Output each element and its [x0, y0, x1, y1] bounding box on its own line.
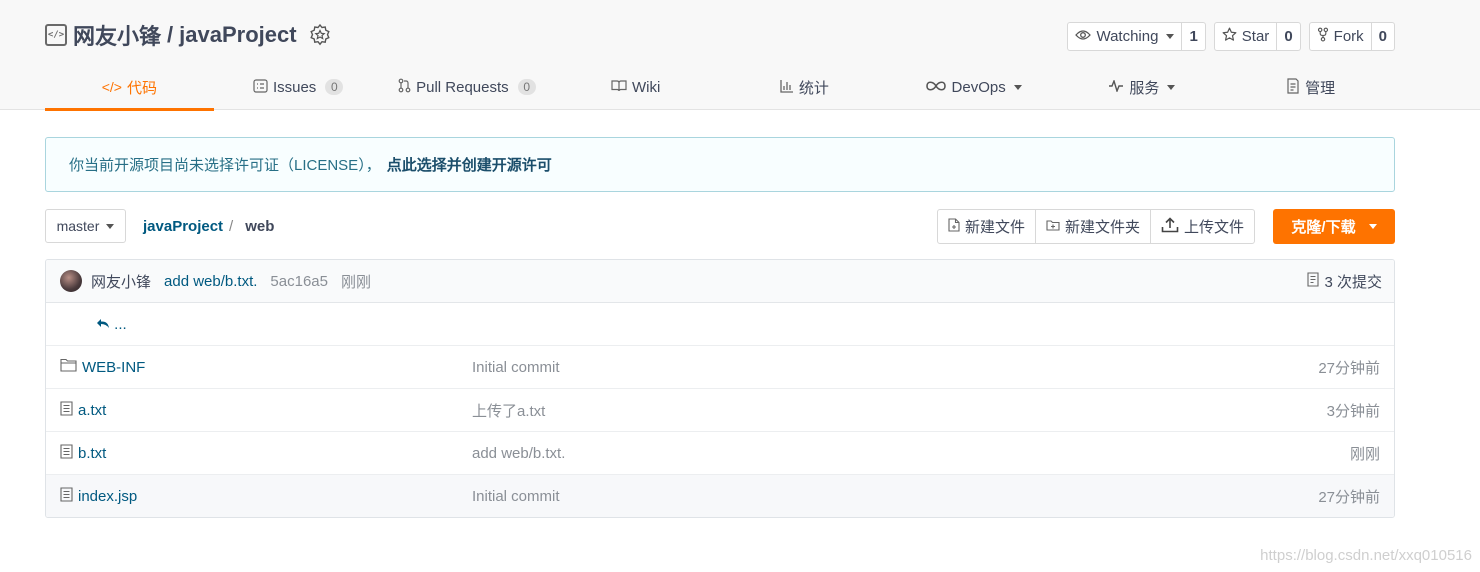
wiki-icon: [611, 79, 627, 95]
repo-header: </> 网友小锋 / javaProject Watching 1 Star 0: [0, 0, 1480, 111]
tab-wiki[interactable]: Wiki: [551, 64, 720, 110]
new-folder-button[interactable]: 新建文件夹: [1036, 210, 1152, 243]
license-notice: 你当前开源项目尚未选择许可证（LICENSE）， 点此选择并创建开源许可: [45, 137, 1395, 192]
branch-selector[interactable]: master: [45, 209, 126, 243]
watch-count[interactable]: 1: [1182, 23, 1204, 50]
eye-icon: [1075, 28, 1092, 45]
service-icon: [1108, 78, 1124, 95]
repo-separator: /: [167, 22, 174, 47]
chevron-down-icon: [1167, 84, 1176, 90]
repo-title: </> 网友小锋 / javaProject: [45, 18, 331, 52]
latest-commit-bar: 网友小锋 add web/b.txt. 5ac16a5 刚刚 3 次提交: [46, 260, 1394, 303]
file-commit-message[interactable]: 上传了a.txt: [472, 400, 545, 421]
tab-stats[interactable]: 统计: [720, 64, 889, 110]
folder-icon: [60, 358, 77, 376]
chevron-down-icon: [1368, 224, 1377, 229]
chevron-down-icon: [106, 223, 115, 229]
create-license-link[interactable]: 点此选择并创建开源许可: [387, 154, 552, 175]
file-plus-icon: [948, 217, 960, 236]
repo-actions: Watching 1 Star 0 Fork 0: [1067, 22, 1395, 51]
fork-label: Fork: [1333, 28, 1364, 45]
breadcrumb-separator: /: [229, 218, 234, 235]
pull-request-icon: [398, 78, 411, 96]
file-tree: 网友小锋 add web/b.txt. 5ac16a5 刚刚 3 次提交 ...…: [45, 259, 1395, 518]
breadcrumb: javaProject / web: [143, 218, 274, 235]
tab-manage[interactable]: 管理: [1226, 64, 1395, 110]
star-count[interactable]: 0: [1277, 23, 1299, 50]
file-name-link[interactable]: index.jsp: [78, 488, 137, 505]
file-commit-time: 27分钟前: [1318, 359, 1380, 377]
pull-requests-count-badge: 0: [517, 79, 536, 95]
commit-count-link[interactable]: 3 次提交: [1307, 271, 1382, 292]
star-button[interactable]: Star 0: [1213, 22, 1301, 51]
file-commit-time: 3分钟前: [1326, 402, 1380, 420]
file-commit-message[interactable]: Initial commit: [472, 359, 560, 376]
tab-service[interactable]: 服务: [1058, 64, 1227, 110]
fork-count[interactable]: 0: [1372, 23, 1394, 50]
recommend-badge-icon: [309, 24, 331, 46]
upload-file-button[interactable]: 上传文件: [1151, 210, 1254, 243]
file-commit-time: 27分钟前: [1318, 489, 1380, 506]
parent-directory-link[interactable]: ...: [60, 316, 127, 333]
breadcrumb-root-link[interactable]: javaProject: [143, 218, 223, 235]
chevron-down-icon: [1013, 84, 1022, 90]
issues-icon: [253, 78, 268, 96]
repo-code-icon: </>: [45, 24, 67, 46]
avatar[interactable]: [60, 270, 82, 292]
devops-icon: [925, 79, 947, 95]
file-name-link[interactable]: a.txt: [78, 402, 106, 419]
table-row[interactable]: b.txt add web/b.txt. 刚刚: [46, 432, 1394, 475]
branch-name: master: [56, 218, 100, 234]
file-icon: [60, 487, 73, 506]
repo-tabs: </> 代码 Issues 0 Pull Requests 0 Wiki 统计 …: [45, 64, 1395, 111]
upload-icon: [1161, 216, 1179, 237]
manage-icon: [1286, 77, 1300, 97]
code-icon: </>: [101, 79, 122, 95]
tab-code[interactable]: </> 代码: [45, 64, 214, 111]
reply-arrow-icon: [96, 316, 110, 333]
repo-owner-link[interactable]: 网友小锋: [73, 19, 161, 51]
star-label: Star: [1241, 28, 1270, 45]
folder-plus-icon: [1046, 218, 1060, 235]
breadcrumb-current: web: [245, 218, 275, 235]
file-icon: [60, 443, 73, 463]
file-commit-message[interactable]: Initial commit: [472, 488, 560, 505]
chevron-down-icon: [1166, 34, 1175, 39]
star-icon: [1222, 27, 1237, 46]
file-name-link[interactable]: b.txt: [78, 445, 106, 462]
watch-label: Watching: [1096, 28, 1159, 45]
tab-pull-requests[interactable]: Pull Requests 0: [383, 64, 552, 110]
stats-icon: [780, 79, 794, 96]
new-file-button[interactable]: 新建文件: [938, 210, 1037, 243]
commit-time: 刚刚: [340, 273, 371, 291]
clone-download-button[interactable]: 克隆/下载: [1273, 209, 1395, 244]
table-row[interactable]: WEB-INF Initial commit 27分钟前: [46, 346, 1394, 389]
file-name-link[interactable]: WEB-INF: [82, 359, 145, 376]
repo-name-link[interactable]: javaProject: [179, 22, 296, 48]
tab-issues[interactable]: Issues 0: [214, 64, 383, 110]
file-actions: 新建文件 新建文件夹 上传文件: [937, 209, 1256, 244]
table-row[interactable]: a.txt 上传了a.txt 3分钟前: [46, 389, 1394, 432]
fork-icon: [1317, 27, 1329, 46]
commits-icon: [1307, 271, 1320, 291]
table-row[interactable]: index.jsp Initial commit 27分钟前: [46, 475, 1394, 517]
license-notice-text: 你当前开源项目尚未选择许可证（LICENSE），: [69, 157, 381, 174]
tab-devops[interactable]: DevOps: [889, 64, 1058, 110]
watch-button[interactable]: Watching 1: [1067, 22, 1206, 51]
file-commit-time: 刚刚: [1349, 445, 1380, 463]
watermark-text: https://blog.csdn.net/xxq010516: [1260, 547, 1472, 564]
parent-directory-row[interactable]: ...: [46, 303, 1394, 346]
commit-author[interactable]: 网友小锋: [91, 271, 151, 292]
fork-button[interactable]: Fork 0: [1308, 22, 1395, 51]
file-commit-message[interactable]: add web/b.txt.: [472, 445, 565, 462]
issues-count-badge: 0: [325, 79, 344, 95]
file-icon: [60, 400, 73, 420]
commit-message[interactable]: add web/b.txt.: [164, 273, 257, 290]
commit-sha[interactable]: 5ac16a5: [270, 273, 328, 290]
